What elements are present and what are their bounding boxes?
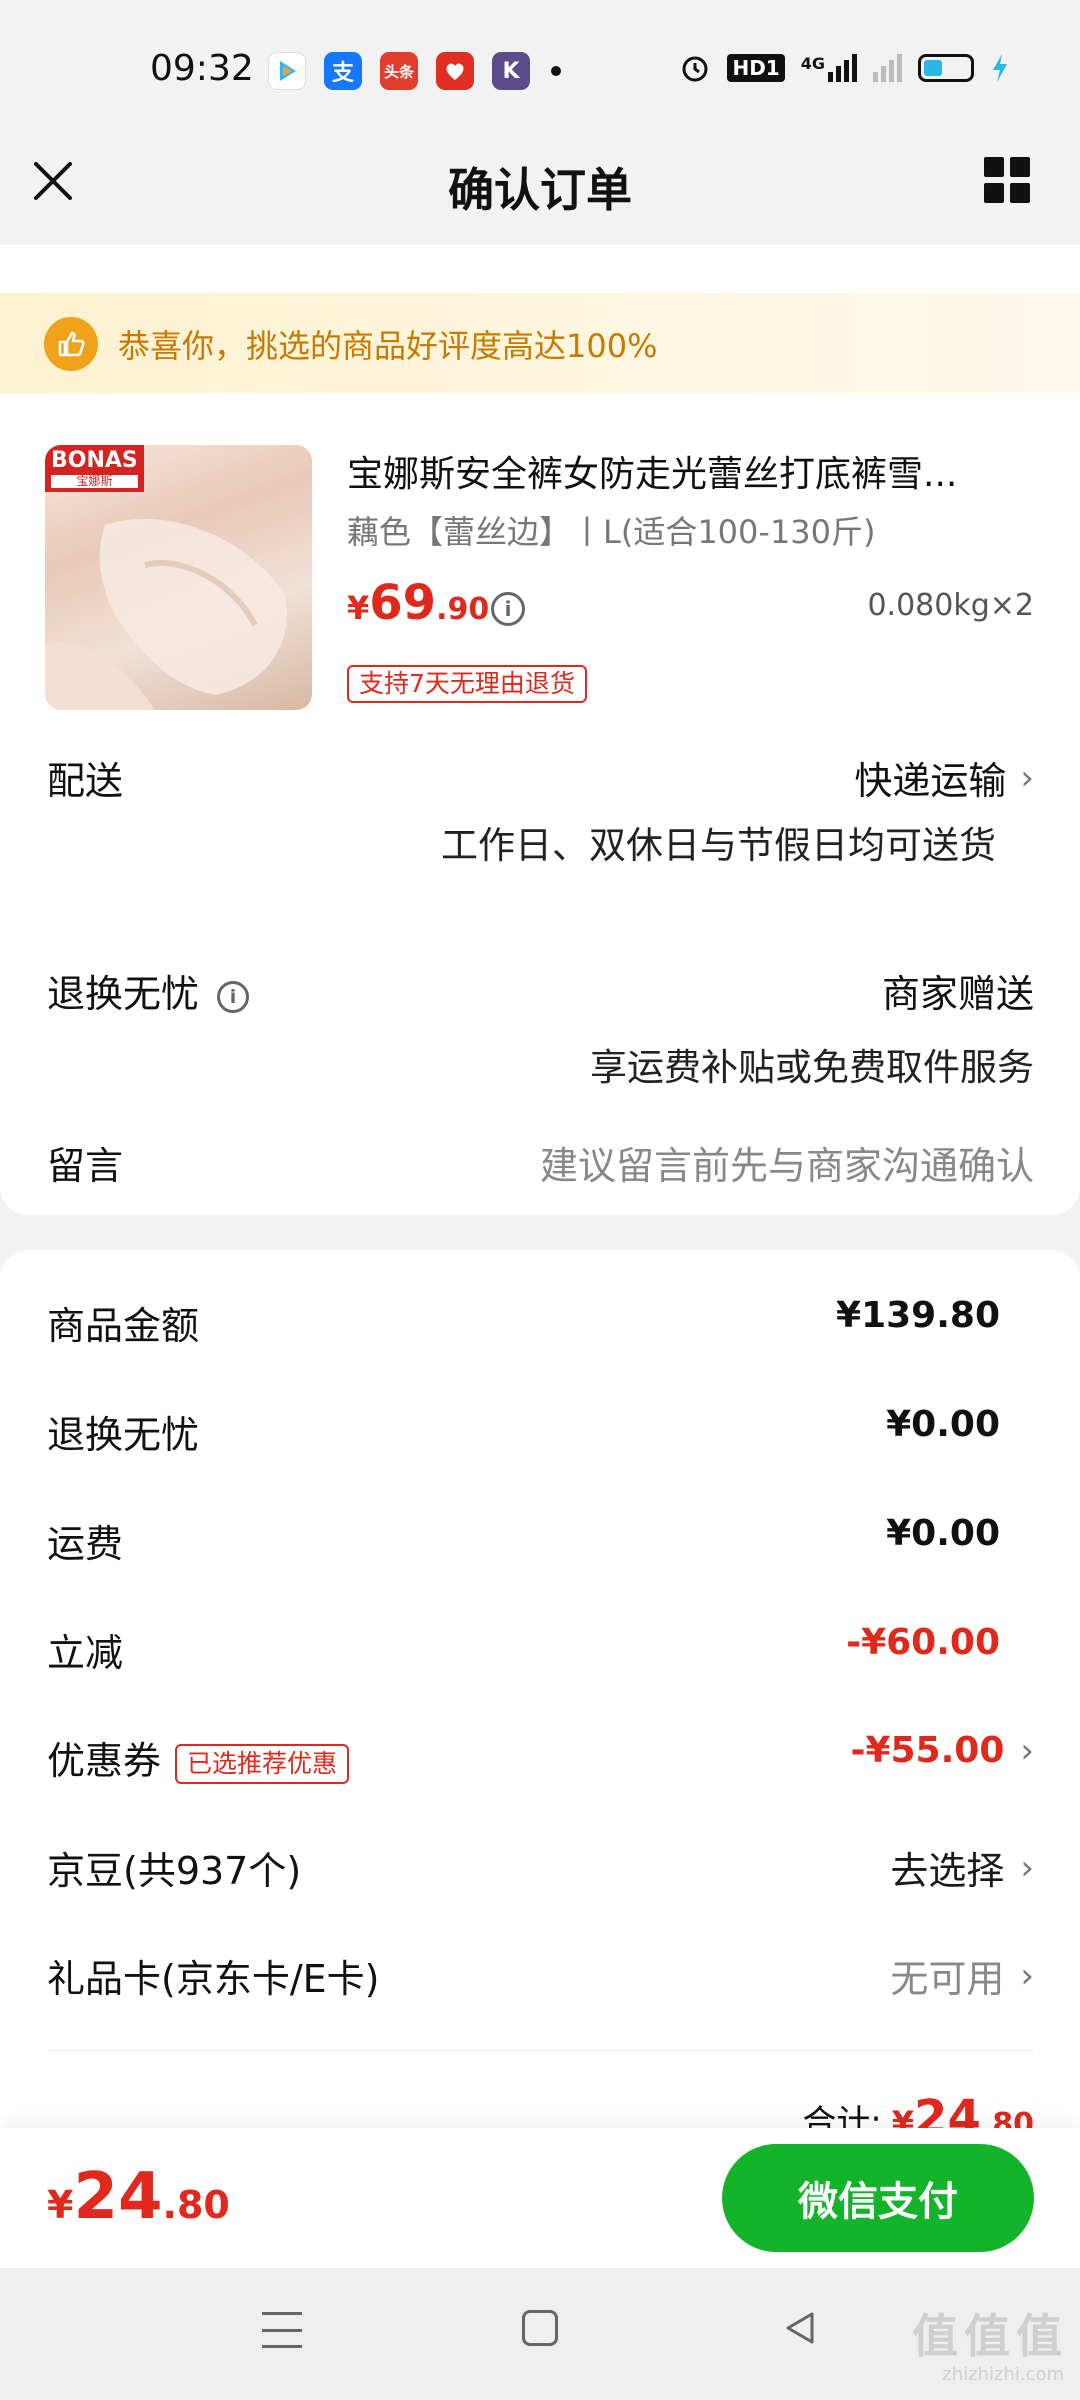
delivery-selector[interactable]: 快递运输 ›: [854, 750, 1034, 805]
k-app-icon: K: [492, 52, 530, 90]
status-app-icons: 支 头条 K: [268, 52, 530, 90]
wechat-pay-button[interactable]: 微信支付: [722, 2144, 1034, 2252]
worry-free-info-icon[interactable]: i: [217, 980, 250, 1013]
price-info-icon[interactable]: i: [491, 592, 525, 626]
no-signal-icon: [873, 54, 902, 82]
divider: [47, 2050, 1034, 2051]
product-price: ¥69.90: [347, 575, 490, 631]
jingdou-selector[interactable]: 去选择 ›: [890, 1840, 1034, 1895]
hd-icon: HD1: [727, 54, 785, 82]
alipay-icon: 支: [324, 52, 362, 90]
back-icon[interactable]: [780, 2308, 820, 2348]
product-title[interactable]: 宝娜斯安全裤女防走光蕾丝打底裤雪...: [347, 445, 1047, 497]
battery-icon: [918, 54, 974, 82]
notification-dot: [551, 66, 561, 76]
praise-banner: 恭喜你，挑选的商品好评度高达100%: [0, 293, 1080, 393]
giftcard-label: 礼品卡(京东卡/E卡): [47, 1957, 380, 2001]
4g-signal-icon: 4G: [801, 54, 857, 82]
status-time: 09:32: [150, 48, 254, 89]
grid-menu-icon[interactable]: [984, 157, 1030, 203]
discount-value: -¥60.00: [846, 1622, 1000, 1663]
charging-icon: [993, 54, 1007, 82]
giftcard-selector[interactable]: 无可用 ›: [890, 1948, 1034, 2003]
shipping-label: 运费: [47, 1522, 124, 1566]
shipping-value: ¥0.00: [886, 1513, 1000, 1554]
status-bar: 09:32 支 头条 K HD1 4G: [0, 0, 1080, 140]
discount-label: 立减: [47, 1631, 124, 1675]
toutiao-icon: 头条: [380, 52, 418, 90]
menu-icon[interactable]: [262, 2312, 302, 2348]
delivery-label: 配送: [47, 759, 124, 803]
product-weight: 0.080kg×2: [867, 588, 1034, 623]
order-card: 恭喜你，挑选的商品好评度高达100% BONAS 宝娜斯 宝娜斯安全裤女防走光蕾…: [0, 245, 1080, 1215]
coupon-badge: 已选推荐优惠: [175, 1743, 350, 1784]
nav-bar: 确认订单: [0, 140, 1080, 245]
message-label: 留言: [47, 1144, 124, 1188]
delivery-subtext: 工作日、双休日与节假日均可送货: [441, 824, 996, 867]
jingdou-label: 京豆(共937个): [47, 1849, 302, 1893]
goods-amount-value: ¥139.80: [836, 1295, 1000, 1336]
worry-free-fee-label: 退换无忧: [47, 1413, 200, 1457]
payment-bar: ¥24.80 微信支付: [0, 2128, 1080, 2268]
chevron-right-icon: ›: [1020, 1730, 1034, 1771]
page-title: 确认订单: [448, 163, 632, 217]
chevron-right-icon: ›: [1020, 1955, 1034, 1996]
status-right-icons: HD1 4G: [679, 52, 1010, 84]
message-input[interactable]: 建议留言前先与商家沟通确认: [540, 1135, 1034, 1190]
home-icon[interactable]: [522, 2310, 558, 2346]
worry-free-fee-value: ¥0.00: [886, 1404, 1000, 1445]
coupon-label: 优惠券 已选推荐优惠: [47, 1730, 350, 1785]
goods-amount-label: 商品金额: [47, 1304, 200, 1348]
return-policy-badge: 支持7天无理由退货: [347, 665, 587, 703]
chevron-right-icon: ›: [1020, 757, 1034, 798]
pinduoduo-icon: [436, 52, 474, 90]
worry-free-label: 退换无忧 i: [47, 963, 250, 1018]
thumbs-up-icon: [44, 317, 98, 371]
product-spec: 藕色【蕾丝边】丨L(适合100-130斤): [347, 513, 876, 551]
watermark-logo: 值值值: [912, 2309, 1068, 2363]
watermark-url: zhizhizhi.com: [942, 2364, 1064, 2385]
worry-free-value: 商家赠送: [881, 972, 1034, 1016]
coupon-selector[interactable]: -¥55.00 ›: [851, 1730, 1034, 1771]
tencent-video-icon: [268, 52, 306, 90]
chevron-right-icon: ›: [1020, 1847, 1034, 1888]
system-nav-bar: 值值值 zhizhizhi.com: [0, 2268, 1080, 2400]
alarm-icon: [682, 56, 708, 82]
worry-free-subtext: 享运费补贴或免费取件服务: [590, 1046, 1034, 1089]
product-image[interactable]: BONAS 宝娜斯: [45, 445, 312, 710]
price-summary-card: 商品金额 ¥139.80 退换无忧 ¥0.00 运费 ¥0.00 立减 -¥60…: [0, 1250, 1080, 2170]
praise-text: 恭喜你，挑选的商品好评度高达100%: [118, 327, 658, 365]
pay-total-price: ¥24.80: [47, 2160, 230, 2234]
